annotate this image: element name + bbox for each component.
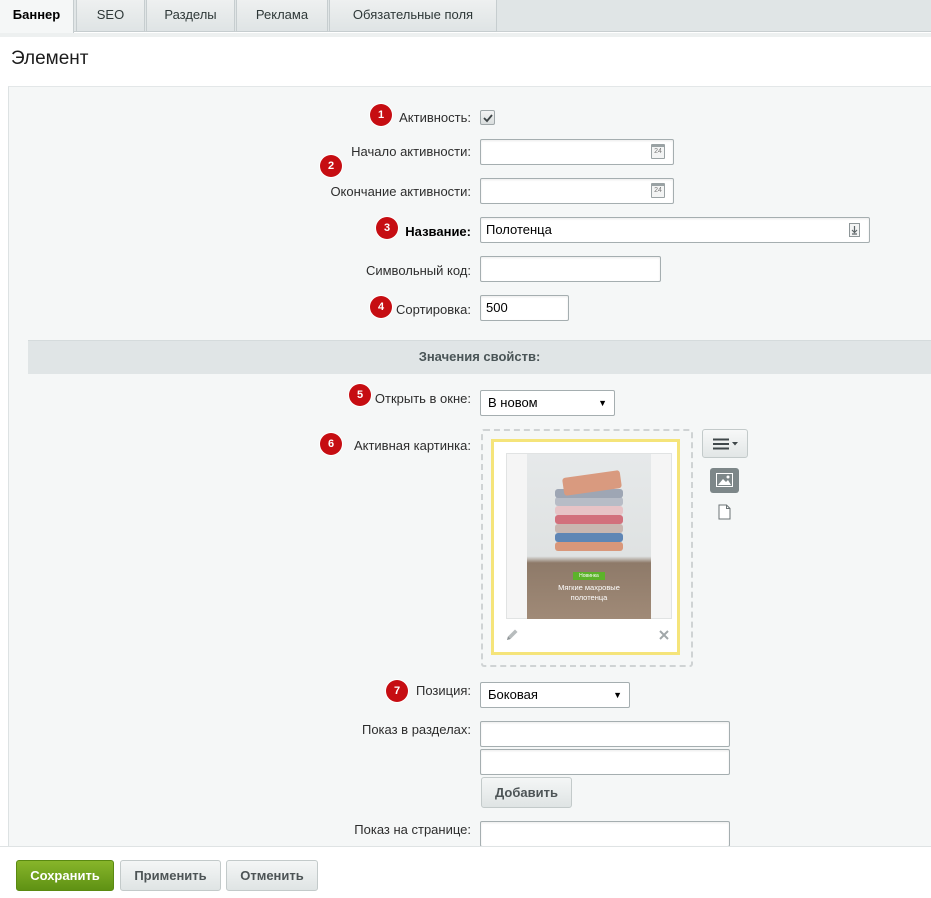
tab-banner-label: Баннер bbox=[12, 7, 61, 22]
photo-caption-line2: полотенца bbox=[570, 593, 608, 602]
towel-stripe bbox=[555, 497, 623, 506]
image-thumbnail[interactable]: Новинка Мягкие махровые полотенца bbox=[506, 453, 672, 619]
tab-required-fields-label: Обязательные поля bbox=[352, 7, 474, 22]
apply-button[interactable]: Применить bbox=[120, 860, 221, 891]
towel-stripe bbox=[555, 515, 623, 524]
show-in-sections-input-1[interactable] bbox=[480, 721, 730, 747]
show-in-sections-input-2[interactable] bbox=[480, 749, 730, 775]
tab-seo[interactable]: SEO bbox=[76, 0, 145, 32]
tab-banner[interactable]: Баннер bbox=[0, 0, 74, 33]
save-button[interactable]: Сохранить bbox=[16, 860, 114, 891]
tab-advertising-label: Реклама bbox=[255, 7, 309, 22]
code-input[interactable] bbox=[480, 256, 661, 282]
page-title: Элемент bbox=[11, 48, 89, 69]
tab-bar: Баннер SEO Разделы Реклама Обязательные … bbox=[0, 0, 931, 33]
towel-stripe bbox=[555, 533, 623, 542]
active-from-label: Начало активности: bbox=[351, 144, 471, 159]
photo-caption-line1: Мягкие махровые bbox=[558, 583, 620, 592]
dropdown-arrow-icon: ▼ bbox=[613, 690, 622, 700]
towel-stripe bbox=[555, 506, 623, 515]
properties-section-header: Значения свойств: bbox=[28, 340, 931, 374]
tab-seo-label: SEO bbox=[96, 7, 125, 22]
calendar-icon-day: 24 bbox=[654, 187, 662, 194]
marker-6: 6 bbox=[320, 433, 342, 455]
sort-value: 500 bbox=[486, 300, 508, 315]
active-to-label: Окончание активности: bbox=[330, 184, 471, 199]
image-icon bbox=[716, 473, 733, 487]
tab-sections[interactable]: Разделы bbox=[146, 0, 235, 32]
active-image-label: Активная картинка: bbox=[353, 438, 471, 453]
towels-photo: Новинка Мягкие махровые полотенца bbox=[527, 454, 651, 619]
calendar-icon[interactable]: 24 bbox=[651, 144, 665, 159]
tab-advertising[interactable]: Реклама bbox=[236, 0, 328, 32]
marker-1: 1 bbox=[370, 104, 392, 126]
name-value: Полотенца bbox=[486, 222, 552, 237]
file-icon[interactable] bbox=[718, 504, 731, 520]
code-label: Символьный код: bbox=[365, 263, 471, 278]
towel-stripe bbox=[555, 524, 623, 533]
dropdown-arrow-icon: ▼ bbox=[598, 398, 607, 408]
show-in-sections-label: Показ в разделах: bbox=[361, 722, 471, 737]
name-input[interactable]: Полотенца bbox=[480, 217, 870, 243]
sort-input[interactable]: 500 bbox=[480, 295, 569, 321]
title-band bbox=[0, 33, 931, 85]
check-icon bbox=[483, 114, 493, 123]
active-from-input[interactable]: 24 bbox=[480, 139, 674, 165]
marker-2: 2 bbox=[320, 155, 342, 177]
active-to-input[interactable]: 24 bbox=[480, 178, 674, 204]
marker-7: 7 bbox=[386, 680, 408, 702]
show-on-page-input[interactable] bbox=[480, 821, 730, 847]
name-label: Название: bbox=[405, 224, 471, 239]
tab-sections-label: Разделы bbox=[164, 7, 217, 22]
calendar-icon[interactable]: 24 bbox=[651, 183, 665, 198]
position-select[interactable]: Боковая ▼ bbox=[480, 682, 630, 708]
open-in-window-value: В новом bbox=[488, 395, 538, 410]
tab-required-fields[interactable]: Обязательные поля bbox=[329, 0, 497, 32]
position-label: Позиция: bbox=[415, 683, 471, 698]
photo-caption: Мягкие махровые полотенца bbox=[527, 583, 651, 603]
position-value: Боковая bbox=[488, 687, 538, 702]
towel-stripe bbox=[555, 542, 623, 551]
cancel-button[interactable]: Отменить bbox=[226, 860, 318, 891]
hamburger-menu-icon bbox=[713, 438, 738, 450]
image-mode-button[interactable] bbox=[710, 468, 739, 493]
marker-3: 3 bbox=[376, 217, 398, 239]
image-preview-frame: Новинка Мягкие махровые полотенца bbox=[491, 439, 680, 655]
add-section-button[interactable]: Добавить bbox=[481, 777, 572, 808]
new-badge: Новинка bbox=[573, 572, 605, 580]
open-in-window-select[interactable]: В новом ▼ bbox=[480, 390, 615, 416]
active-label: Активность: bbox=[399, 110, 471, 125]
calendar-icon-day: 24 bbox=[654, 148, 662, 155]
marker-5: 5 bbox=[349, 384, 371, 406]
close-icon[interactable] bbox=[658, 629, 670, 641]
pencil-icon[interactable] bbox=[505, 628, 519, 642]
menu-button[interactable] bbox=[702, 429, 748, 458]
marker-4: 4 bbox=[370, 296, 392, 318]
translit-icon[interactable] bbox=[849, 223, 860, 237]
sort-label: Сортировка: bbox=[396, 302, 471, 317]
open-in-window-label: Открыть в окне: bbox=[374, 391, 471, 406]
active-checkbox[interactable] bbox=[480, 110, 495, 125]
show-on-page-label: Показ на странице: bbox=[354, 822, 471, 837]
